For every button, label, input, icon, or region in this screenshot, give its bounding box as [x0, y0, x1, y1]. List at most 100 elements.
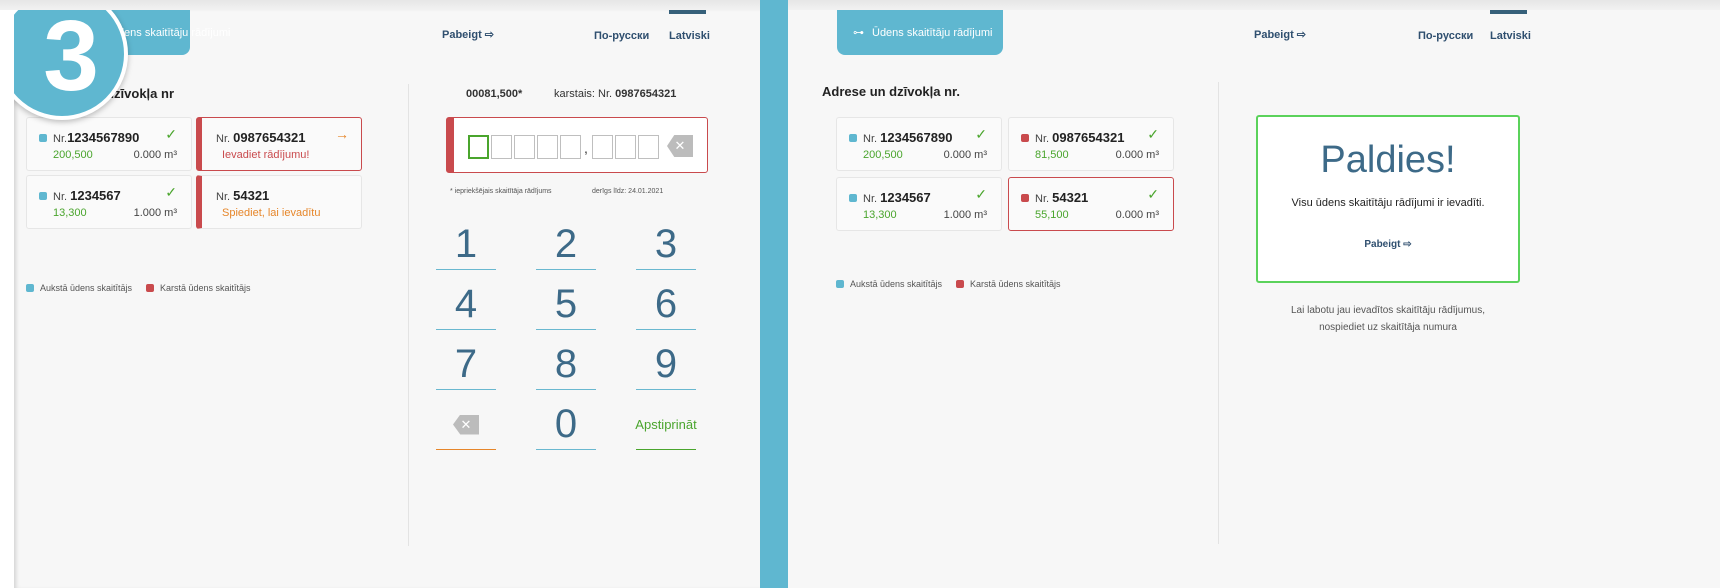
meter-consumption: 0.000 m³: [1115, 149, 1159, 161]
screenshot-stage: Ūdens skaitītāju rādījumi Pabeigt ⇨ По-р…: [0, 0, 1720, 588]
arrow-right-icon: →: [335, 126, 349, 142]
legend-hot: Karstā ūdens skaitītājs: [956, 279, 1061, 289]
screens-divider: [760, 0, 788, 588]
cold-dot: [849, 134, 857, 142]
tab-title: Ūdens skaitītāju rādījumi: [110, 26, 231, 39]
left-screen: Ūdens skaitītāju rādījumi Pabeigt ⇨ По-р…: [0, 10, 760, 588]
lang-ru-link[interactable]: По-русски: [1418, 30, 1473, 42]
meter-value: 81,500: [1035, 149, 1069, 161]
meter-message: Ievadiet rādījumu!: [222, 149, 310, 161]
tab-title: Ūdens skaitītāju rādījumi: [872, 26, 993, 39]
decimal-comma: ,: [584, 140, 588, 156]
lang-lv-link[interactable]: Latviski: [669, 30, 710, 42]
key-7[interactable]: 7: [436, 340, 496, 390]
key-3[interactable]: 3: [636, 220, 696, 270]
note-previous: * iepriekšējais skaitītāja rādījums: [450, 188, 552, 195]
key-6[interactable]: 6: [636, 280, 696, 330]
check-icon: ✓: [975, 126, 987, 142]
meter-card-cold-2[interactable]: Nr. 1234567 13,300 1.000 m³ ✓: [836, 177, 1002, 231]
cold-legend-swatch: [836, 280, 844, 288]
key-4[interactable]: 4: [436, 280, 496, 330]
check-icon: ✓: [1147, 126, 1159, 142]
backspace-icon: ✕: [453, 414, 479, 435]
thanks-subtitle: Visu ūdens skaitītāju rādījumi ir ievadī…: [1291, 197, 1485, 209]
meter-consumption: 0.000 m³: [133, 149, 177, 161]
check-icon: ✓: [165, 184, 177, 200]
legend-cold-label: Aukstā ūdens skaitītājs: [40, 283, 133, 293]
meter-consumption: 0.000 m³: [1115, 209, 1159, 221]
legend-cold-label: Aukstā ūdens skaitītājs: [850, 279, 943, 289]
meter-value: 13,300: [53, 207, 87, 219]
thanks-finish-link[interactable]: Pabeigt ⇨: [1258, 239, 1518, 250]
digit-slot[interactable]: [468, 135, 489, 159]
check-icon: ✓: [975, 186, 987, 202]
check-icon: ✓: [165, 126, 177, 142]
meter-number: Nr. 0987654321: [216, 130, 306, 145]
check-icon: ✓: [1147, 186, 1159, 202]
key-0[interactable]: 0: [536, 400, 596, 450]
meter-value: 200,500: [53, 149, 93, 161]
reading-input[interactable]: , ✕: [446, 117, 708, 173]
digit-slot[interactable]: [514, 135, 535, 159]
meter-number: Nr. 0987654321: [1035, 130, 1125, 145]
meter-number: Nr.1234567890: [53, 130, 140, 145]
meter-card-hot-2[interactable]: Nr. 54321 55,100 0.000 m³ ✓: [1008, 177, 1174, 231]
key-backspace[interactable]: ✕: [436, 400, 496, 450]
legend-cold: Aukstā ūdens skaitītājs: [26, 283, 132, 293]
step-badge: 3: [14, 10, 128, 120]
digit-slot[interactable]: [638, 135, 659, 159]
lang-ru-link[interactable]: По-русски: [594, 30, 649, 42]
key-8[interactable]: 8: [536, 340, 596, 390]
meter-number: Nr. 1234567890: [863, 130, 953, 145]
help-line-1: Lai labotu jau ievadītos skaitītāju rādī…: [1291, 305, 1485, 316]
meter-card-cold-1[interactable]: Nr.1234567890 200,500 0.000 m³ ✓: [26, 117, 192, 171]
column-divider: [1218, 82, 1219, 544]
digit-slot[interactable]: [592, 135, 613, 159]
meter-value: 13,300: [863, 209, 897, 221]
meter-card-hot-2[interactable]: Nr. 54321 Spiediet, lai ievadītu: [196, 175, 362, 229]
meter-card-cold-2[interactable]: Nr. 1234567 13,300 1.000 m³ ✓: [26, 175, 192, 229]
meter-card-hot-1[interactable]: Nr. 0987654321 81,500 0.000 m³ ✓: [1008, 117, 1174, 171]
cold-legend-swatch: [26, 284, 34, 292]
note-valid-until: derīgs līdz: 24.01.2021: [592, 188, 664, 195]
key-1[interactable]: 1: [436, 220, 496, 270]
confirm-button[interactable]: Apstiprināt: [635, 400, 697, 450]
finish-label: Pabeigt: [442, 29, 482, 41]
legend-hot-label: Karstā ūdens skaitītājs: [970, 279, 1061, 289]
meter-consumption: 1.000 m³: [133, 207, 177, 219]
lang-lv-link[interactable]: Latviski: [1490, 30, 1531, 42]
hot-dot: [1021, 194, 1029, 202]
digit-slot[interactable]: [537, 135, 558, 159]
finish-label: Pabeigt: [1364, 239, 1401, 250]
legend-hot: Karstā ūdens skaitītājs: [146, 283, 251, 293]
meter-consumption: 0.000 m³: [943, 149, 987, 161]
cold-dot: [39, 192, 47, 200]
digit-slot[interactable]: [560, 135, 581, 159]
meter-card-cold-1[interactable]: Nr. 1234567890 200,500 0.000 m³ ✓: [836, 117, 1002, 171]
key-icon: ⊶: [853, 27, 864, 39]
help-text: Lai labotu jau ievadītos skaitītāju rādī…: [1256, 302, 1520, 336]
key-9[interactable]: 9: [636, 340, 696, 390]
cold-dot: [849, 194, 857, 202]
digit-slot[interactable]: [491, 135, 512, 159]
key-5[interactable]: 5: [536, 280, 596, 330]
meter-number: Nr. 54321: [216, 188, 270, 203]
meter-card-hot-1[interactable]: Nr. 0987654321 Ievadiet rādījumu! →: [196, 117, 362, 171]
right-header-tab: ⊶ Ūdens skaitītāju rādījumi: [837, 10, 1003, 55]
lang-active-indicator: [1490, 10, 1527, 14]
finish-label: Pabeigt: [1254, 29, 1294, 41]
backspace-icon[interactable]: ✕: [667, 135, 693, 157]
meter-value: 200,500: [863, 149, 903, 161]
meter-consumption: 1.000 m³: [943, 209, 987, 221]
exit-icon: ⇨: [484, 29, 495, 41]
left-finish-link[interactable]: Pabeigt ⇨: [442, 28, 494, 41]
right-finish-link[interactable]: Pabeigt ⇨: [1254, 28, 1306, 41]
exit-icon: ⇨: [1296, 29, 1307, 41]
digit-slot[interactable]: [615, 135, 636, 159]
key-2[interactable]: 2: [536, 220, 596, 270]
exit-icon: ⇨: [1403, 239, 1412, 250]
meter-number: Nr. 54321: [1035, 190, 1089, 205]
meter-value: 55,100: [1035, 209, 1069, 221]
cold-dot: [39, 134, 47, 142]
lang-active-indicator: [669, 10, 706, 14]
